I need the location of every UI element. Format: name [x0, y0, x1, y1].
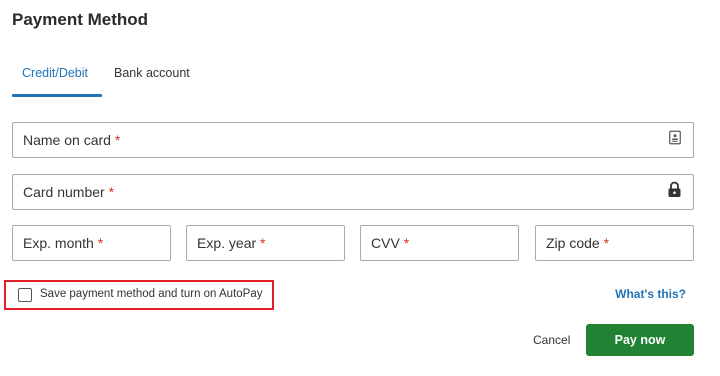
pay-now-button[interactable]: Pay now [586, 324, 694, 356]
whats-this-link[interactable]: What's this? [615, 287, 686, 301]
contact-card-icon [669, 130, 681, 150]
card-number-field[interactable]: Card number * [12, 174, 694, 210]
autopay-checkbox[interactable] [18, 288, 32, 302]
zip-code-label: Zip code * [546, 235, 610, 251]
cvv-field[interactable]: CVV * [360, 225, 519, 261]
name-on-card-label: Name on card * [23, 132, 121, 148]
cvv-label: CVV * [371, 235, 410, 251]
required-marker: * [603, 235, 610, 251]
lock-icon [668, 181, 681, 203]
required-marker: * [403, 235, 410, 251]
exp-year-field[interactable]: Exp. year * [186, 225, 345, 261]
tab-bank-account[interactable]: Bank account [114, 66, 190, 80]
active-tab-indicator [12, 94, 102, 97]
required-marker: * [260, 235, 266, 251]
required-marker: * [114, 132, 121, 148]
autopay-checkbox-label[interactable]: Save payment method and turn on AutoPay [40, 288, 262, 300]
name-on-card-field[interactable]: Name on card * [12, 122, 694, 158]
exp-month-field[interactable]: Exp. month * [12, 225, 171, 261]
payment-tabs: Credit/Debit Bank account [12, 60, 212, 98]
page-title: Payment Method [12, 10, 149, 29]
tab-credit-debit[interactable]: Credit/Debit [22, 66, 88, 80]
exp-year-label: Exp. year * [197, 235, 266, 251]
autopay-highlight-box: Save payment method and turn on AutoPay [4, 280, 274, 310]
exp-month-label: Exp. month * [23, 235, 104, 251]
card-number-label: Card number * [23, 184, 115, 200]
zip-code-field[interactable]: Zip code * [535, 225, 694, 261]
required-marker: * [108, 184, 115, 200]
required-marker: * [97, 235, 104, 251]
cancel-button[interactable]: Cancel [533, 333, 570, 347]
